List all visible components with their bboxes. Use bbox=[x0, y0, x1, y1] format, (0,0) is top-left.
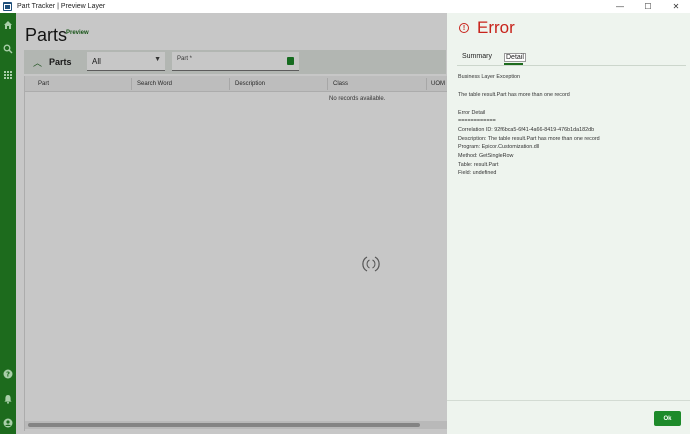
error-table: Table: result.Part bbox=[458, 162, 499, 168]
error-message: The table result.Part has more than one … bbox=[458, 92, 570, 98]
exception-type: Business Layer Exception bbox=[458, 74, 521, 80]
home-icon[interactable] bbox=[3, 20, 13, 30]
footer-divider bbox=[447, 400, 690, 401]
loading-spinner-icon bbox=[362, 256, 380, 272]
app-icon bbox=[3, 2, 12, 11]
svg-text:?: ? bbox=[6, 371, 10, 379]
window-controls: — ☐ ✕ bbox=[606, 0, 690, 13]
window-titlebar: Part Tracker | Preview Layer — ☐ ✕ bbox=[0, 0, 690, 13]
maximize-button[interactable]: ☐ bbox=[634, 0, 662, 13]
modal-overlay bbox=[16, 13, 447, 434]
ok-button[interactable]: Ok bbox=[654, 411, 681, 426]
window-title: Part Tracker | Preview Layer bbox=[17, 3, 106, 10]
separator-line: ============ bbox=[458, 118, 496, 124]
error-alert-icon: ! bbox=[459, 23, 469, 33]
error-field: Field: undefined bbox=[458, 170, 497, 176]
error-panel: ! Error Summary Detail Business Layer Ex… bbox=[447, 13, 690, 434]
apps-grid-icon[interactable] bbox=[3, 70, 13, 80]
error-detail-heading: Error Detail bbox=[458, 110, 486, 116]
error-method: Method: GetSingleRow bbox=[458, 153, 514, 159]
search-icon[interactable] bbox=[3, 44, 13, 54]
close-button[interactable]: ✕ bbox=[662, 0, 690, 13]
minimize-button[interactable]: — bbox=[606, 0, 634, 13]
error-program: Program: Epicor.Customization.dll bbox=[458, 144, 540, 150]
left-nav-rail: ? bbox=[0, 13, 16, 434]
error-title: Error bbox=[477, 18, 515, 37]
correlation-id: Correlation ID: 92f6bca5-6f41-4a66-8419-… bbox=[458, 127, 595, 133]
tab-detail[interactable]: Detail bbox=[504, 53, 526, 62]
error-description: Description: The table result.Part has m… bbox=[458, 136, 600, 142]
user-icon[interactable] bbox=[3, 418, 13, 428]
notification-bell-icon[interactable] bbox=[3, 394, 13, 404]
help-icon[interactable]: ? bbox=[3, 369, 13, 379]
tab-summary[interactable]: Summary bbox=[462, 53, 492, 60]
tabs-divider bbox=[457, 65, 686, 66]
